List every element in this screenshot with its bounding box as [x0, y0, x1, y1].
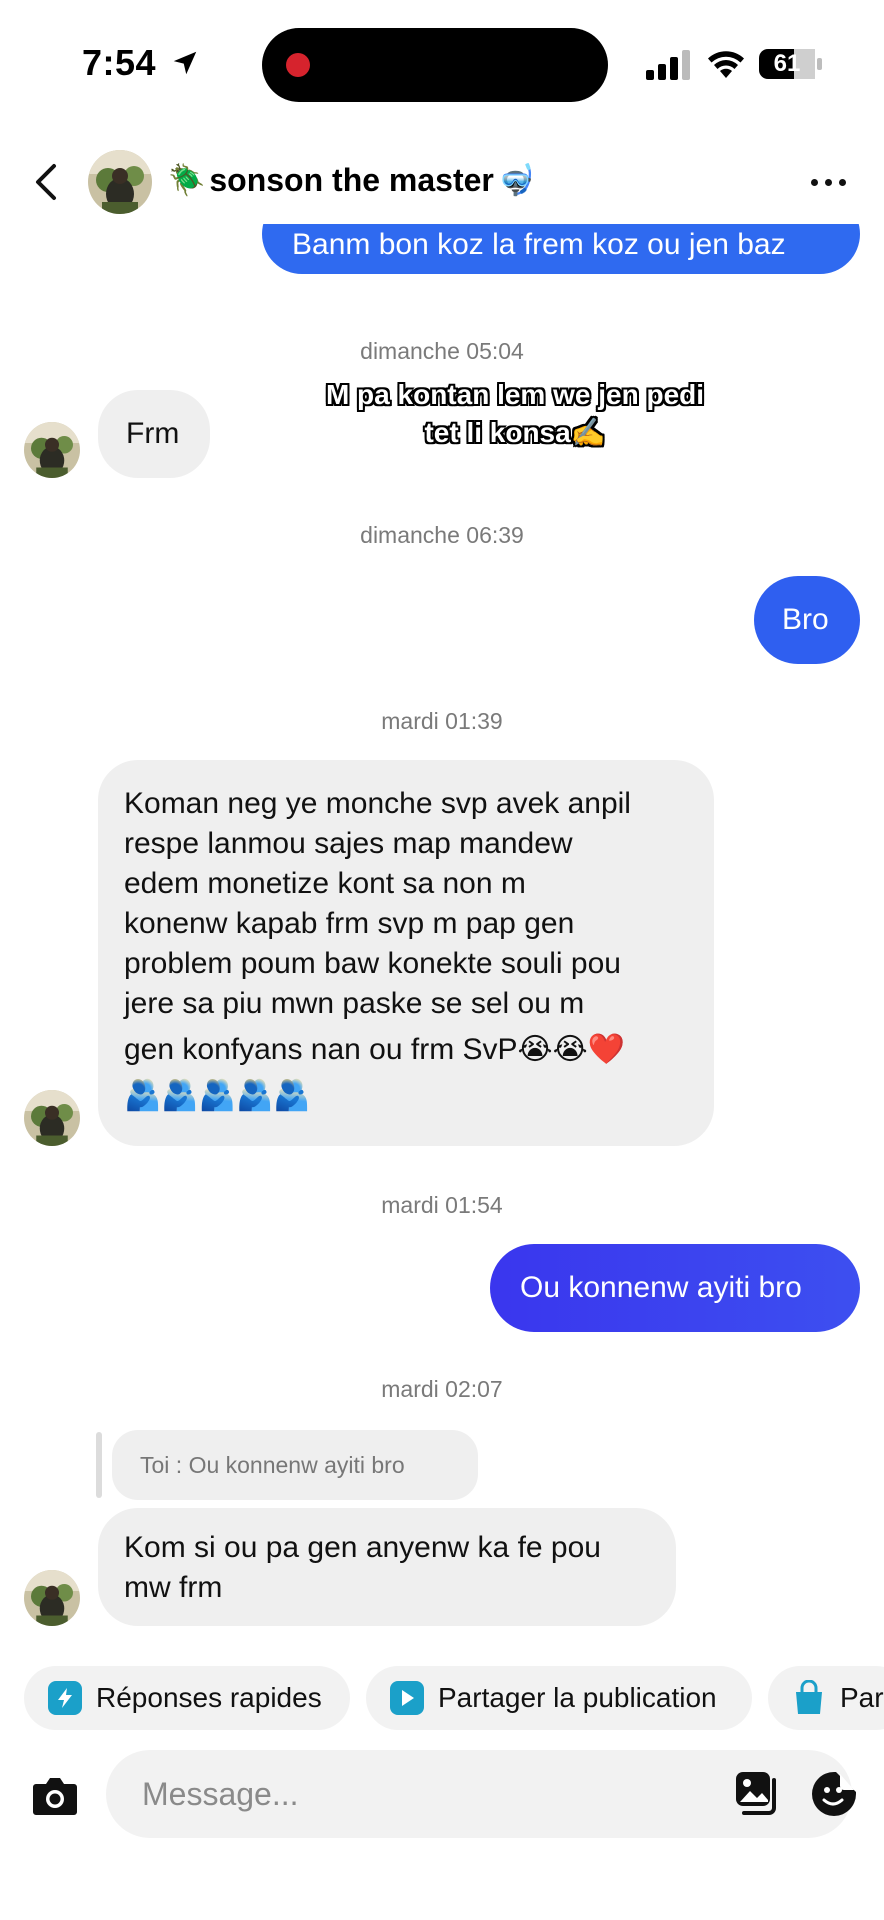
message-line: jere sa piu mwn paske se sel ou m	[124, 987, 585, 1020]
message-timestamp: mardi 01:54	[381, 1192, 503, 1218]
reply-indicator	[96, 1432, 102, 1498]
shop-chip[interactable]: Par	[768, 1666, 884, 1730]
caption-line: tet li konsa✍️	[424, 417, 606, 448]
sender-avatar[interactable]	[24, 1090, 80, 1146]
message-line: konenw kapab frm svp m pap gen	[124, 907, 575, 940]
message-line: respe lanmou sajes map mandew	[124, 827, 573, 860]
message-composer	[0, 1744, 884, 1844]
back-button[interactable]	[24, 158, 66, 206]
message-input-container[interactable]	[106, 1750, 856, 1838]
message-line: edem monetize kont sa non m	[124, 867, 526, 900]
diving-mask-emoji: 🤿	[497, 164, 536, 197]
message-text: Bro	[782, 603, 829, 636]
chat-header: 🪲 sonson the master 🤿	[0, 140, 884, 224]
contact-avatar[interactable]	[88, 150, 152, 214]
reply-quote[interactable]: Toi : Ou konnenw ayiti bro	[112, 1430, 478, 1500]
chevron-left-icon	[36, 164, 56, 200]
camera-icon[interactable]	[32, 1774, 78, 1816]
sender-avatar[interactable]	[24, 422, 80, 478]
message-timestamp: dimanche 06:39	[360, 522, 524, 548]
recording-indicator-icon	[286, 53, 310, 77]
message-line: 🫂🫂🫂🫂🫂	[124, 1079, 311, 1112]
message-timestamp: mardi 01:39	[381, 708, 503, 734]
message-text: Frm	[126, 417, 180, 450]
incoming-message[interactable]: Kom si ou pa gen anyenw ka fe pou mw frm	[98, 1508, 676, 1626]
reply-quote-text: Toi : Ou konnenw ayiti bro	[140, 1451, 405, 1478]
more-dot-icon	[810, 178, 818, 186]
chip-label: Réponses rapides	[96, 1682, 322, 1713]
quick-replies-chip[interactable]: Réponses rapides	[24, 1666, 350, 1730]
caption-line: M pa kontan lem we jen pedi	[325, 379, 705, 410]
quick-actions-bar: Réponses rapides Partager la publication…	[0, 1664, 884, 1734]
contact-name-text: sonson the master	[209, 162, 494, 198]
cellular-signal-icon	[646, 50, 690, 80]
message-timestamp: mardi 02:07	[381, 1376, 503, 1402]
message-line: problem poum baw konekte souli pou	[124, 947, 621, 980]
message-timestamp: dimanche 05:04	[360, 338, 524, 364]
incoming-message[interactable]: Koman neg ye monche svp avek anpil respe…	[98, 760, 714, 1146]
more-dot-icon	[838, 178, 846, 186]
shopping-bag-icon	[792, 1680, 826, 1715]
message-input[interactable]	[142, 1772, 602, 1816]
outgoing-message[interactable]: Ou konnenw ayiti bro	[490, 1244, 860, 1332]
play-square-icon	[390, 1681, 424, 1715]
incoming-message[interactable]: Frm	[98, 390, 210, 478]
message-thread[interactable]: Banm bon koz la frem koz ou jen baz dima…	[0, 224, 884, 1654]
video-caption-overlay: M pa kontan lem we jen pedi tet li konsa…	[290, 376, 740, 452]
gallery-icon[interactable]	[734, 1770, 780, 1816]
beetle-emoji: 🪲	[168, 164, 206, 197]
chip-label: Partager la publication	[438, 1682, 717, 1713]
message-text: Banm bon koz la frem koz ou jen baz	[292, 228, 786, 261]
message-line: mw frm	[124, 1571, 223, 1604]
message-line: Koman neg ye monche svp avek anpil	[124, 787, 631, 820]
share-post-chip[interactable]: Partager la publication	[366, 1666, 752, 1730]
status-bar: 7:54 61	[0, 0, 884, 130]
battery-icon: 61	[758, 48, 824, 80]
dynamic-island	[262, 28, 608, 102]
wifi-icon	[708, 51, 744, 78]
message-text: Ou konnenw ayiti bro	[520, 1271, 802, 1304]
more-options-button[interactable]	[800, 160, 856, 204]
lightning-chat-icon	[48, 1681, 82, 1715]
status-time: 7:54	[82, 42, 157, 83]
location-arrow-icon	[173, 51, 197, 75]
contact-name[interactable]: 🪲 sonson the master 🤿	[168, 162, 535, 199]
battery-level: 61	[773, 50, 801, 77]
message-line: Kom si ou pa gen anyenw ka fe pou	[124, 1531, 601, 1564]
sender-avatar[interactable]	[24, 1570, 80, 1626]
outgoing-message[interactable]: Bro	[754, 576, 860, 664]
sticker-icon[interactable]	[810, 1770, 858, 1818]
message-line: gen konfyans nan ou frm SvP😭😭❤️	[124, 1033, 626, 1066]
chip-label: Par	[840, 1682, 884, 1713]
outgoing-message[interactable]: Banm bon koz la frem koz ou jen baz	[262, 224, 860, 274]
more-dot-icon	[824, 178, 832, 186]
